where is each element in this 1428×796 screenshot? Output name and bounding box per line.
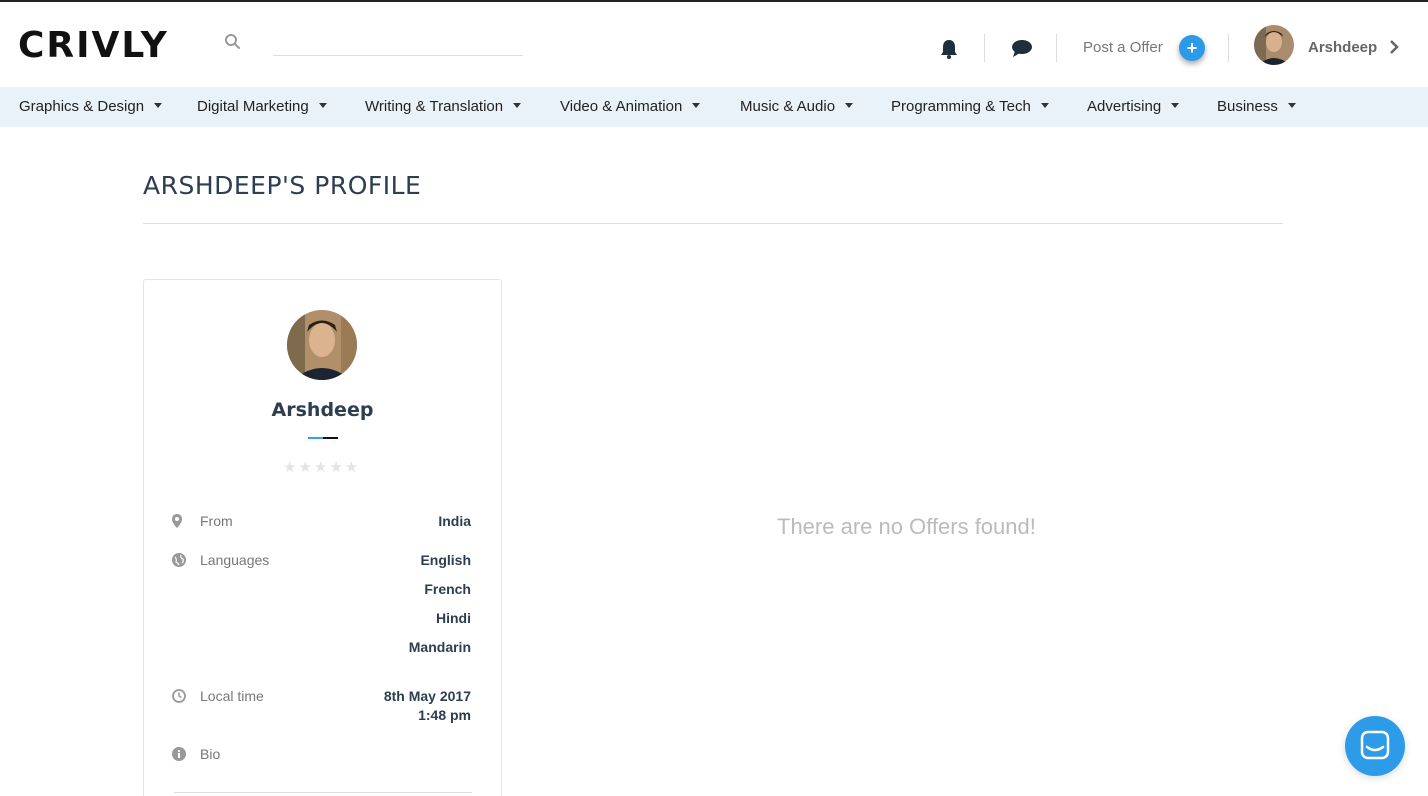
category-advertising[interactable]: Advertising [1087,98,1180,115]
local-time-value: 1:48 pm [418,707,471,723]
logo[interactable]: CRIVLY [18,26,169,66]
category-programming-tech[interactable]: Programming & Tech [891,98,1049,115]
category-business[interactable]: Business [1217,98,1296,115]
info-icon [172,747,186,761]
caret-down-icon [154,102,163,108]
languages-label: Languages [200,552,270,568]
chat-bubble-icon[interactable] [1011,39,1033,59]
top-header: CRIVLY Post a Offer + Arshdeep [0,0,1428,87]
divider [174,792,472,793]
search-icon[interactable] [224,33,242,51]
caret-down-icon [692,102,701,108]
post-offer-link[interactable]: Post a Offer [1083,39,1163,56]
chat-launcher-button[interactable] [1345,716,1405,776]
profile-avatar [287,310,357,380]
divider [143,223,1283,224]
caret-down-icon [1040,102,1049,108]
bell-icon[interactable] [938,38,960,60]
empty-offers-message: There are no Offers found! [777,514,1036,539]
bio-label: Bio [200,746,221,762]
rating-stars: ★★★★★ [283,459,361,476]
search-input[interactable] [273,32,523,56]
category-nav: Graphics & Design Digital Marketing Writ… [0,87,1428,127]
divider [984,34,985,62]
map-pin-icon [172,514,182,528]
language-item: Hindi [436,610,471,626]
user-name[interactable]: Arshdeep [1308,39,1377,56]
category-label: Video & Animation [560,98,683,115]
page-title: ARSHDEEP'S PROFILE [143,171,422,200]
globe-icon [172,553,186,567]
category-writing-translation[interactable]: Writing & Translation [365,98,522,115]
caret-down-icon [318,102,327,108]
category-label: Writing & Translation [365,98,504,115]
divider [1056,34,1057,62]
language-item: English [420,552,471,568]
from-label: From [200,513,233,529]
caret-down-icon [1287,102,1296,108]
chevron-right-icon[interactable] [1388,39,1400,55]
local-date-value: 8th May 2017 [383,688,471,704]
avatar[interactable] [1254,25,1294,65]
language-item: French [424,581,471,597]
caret-down-icon [845,102,854,108]
category-label: Programming & Tech [891,98,1031,115]
chat-launcher-icon [1360,730,1390,760]
category-label: Music & Audio [740,98,836,115]
profile-card: Arshdeep ★★★★★ From India Languages Engl… [143,279,502,796]
plus-icon[interactable]: + [1179,35,1205,61]
category-music-audio[interactable]: Music & Audio [740,98,854,115]
profile-name: Arshdeep [271,399,374,421]
caret-down-icon [1171,102,1180,108]
language-item: Mandarin [408,639,471,655]
category-digital-marketing[interactable]: Digital Marketing [197,98,327,115]
caret-down-icon [513,102,522,108]
name-underline [308,437,338,439]
clock-icon [172,689,186,703]
category-label: Advertising [1087,98,1162,115]
category-video-animation[interactable]: Video & Animation [560,98,701,115]
category-graphics-design[interactable]: Graphics & Design [19,98,163,115]
local-time-label: Local time [200,688,264,704]
from-value: India [438,513,471,529]
divider [1228,34,1229,62]
category-label: Digital Marketing [197,98,309,115]
category-label: Business [1217,98,1278,115]
category-label: Graphics & Design [19,98,145,115]
